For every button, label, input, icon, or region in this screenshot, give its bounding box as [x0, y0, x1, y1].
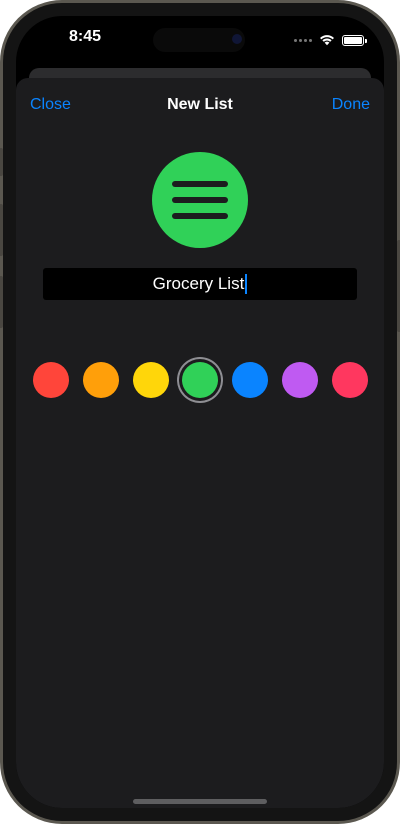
status-icons — [294, 34, 367, 46]
list-name-text: Grocery List — [152, 274, 245, 293]
wifi-icon — [320, 35, 334, 46]
camera-icon — [232, 34, 242, 44]
list-icon — [152, 152, 248, 248]
text-caret — [245, 274, 248, 294]
home-indicator[interactable] — [133, 799, 267, 804]
color-swatch-purple[interactable] — [282, 362, 318, 398]
screen: 8:45 Close New List Done Grocery List — [16, 16, 384, 808]
color-swatch-orange[interactable] — [82, 362, 119, 398]
status-time: 8:45 — [68, 28, 102, 45]
color-swatch-yellow[interactable] — [132, 362, 169, 398]
done-button[interactable]: Done — [332, 96, 370, 114]
color-swatch-blue[interactable] — [232, 362, 269, 398]
color-swatch-pink[interactable] — [331, 362, 368, 398]
page-title: New List — [167, 96, 233, 113]
color-swatch-red[interactable] — [33, 362, 69, 398]
phone-frame: 8:45 Close New List Done Grocery List — [0, 0, 400, 824]
battery-icon — [342, 34, 367, 46]
cellular-icon — [294, 38, 312, 42]
list-name-input[interactable]: Grocery List — [43, 268, 357, 300]
